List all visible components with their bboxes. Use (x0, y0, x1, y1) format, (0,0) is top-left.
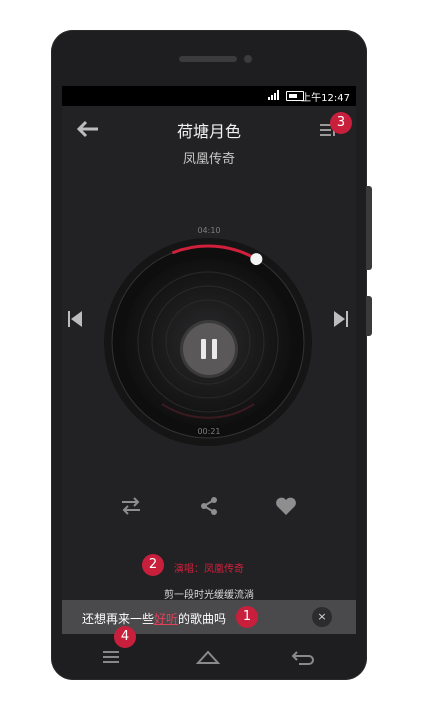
menu-icon[interactable] (101, 648, 125, 666)
toast-text-after: 的歌曲吗 (178, 612, 227, 626)
song-title: 荷塘月色 (176, 122, 241, 141)
annotation-badge-2: 2 (142, 554, 164, 576)
skip-prev-icon[interactable] (68, 311, 82, 327)
signal-icon (268, 90, 279, 100)
progress-knob[interactable] (250, 253, 263, 266)
annotation-badge-3: 3 (330, 112, 352, 134)
front-camera (244, 55, 252, 63)
pause-icon (201, 339, 217, 359)
home-icon[interactable] (196, 648, 220, 666)
annotation-badge-4: 4 (114, 626, 136, 648)
singer-label: 演唱：凤凰传奇 (174, 564, 244, 575)
recommendation-toast[interactable]: 还想再来一些好听的歌曲吗 1 × (62, 600, 356, 634)
lyric-line: 剪一段时光缓缓流淌 (164, 590, 254, 601)
toast-message: 还想再来一些好听的歌曲吗 (82, 610, 226, 627)
toast-text-before: 还想再来一些 (82, 612, 155, 626)
status-bar: 上午12:47 (62, 86, 356, 106)
volume-button[interactable] (366, 186, 372, 270)
share-icon[interactable] (199, 496, 219, 516)
shuffle-icon[interactable] (120, 496, 142, 516)
android-nav-bar: 4 (51, 626, 367, 680)
toast-close-button[interactable]: × (312, 607, 332, 627)
skip-next-icon[interactable] (334, 311, 348, 327)
current-time: 00:21 (197, 427, 221, 436)
heart-icon[interactable] (275, 496, 297, 516)
pause-button[interactable] (183, 323, 235, 375)
song-artist: 凤凰传奇 (182, 152, 235, 167)
total-time: 04:10 (197, 226, 221, 235)
phone-body: 上午12:47 荷塘月色 凤凰传奇 3 04:10 00:21 2 演唱：凤凰传… (51, 30, 372, 680)
status-time: 上午12:47 (301, 93, 350, 104)
annotation-badge-1: 1 (236, 606, 258, 628)
return-icon[interactable] (291, 648, 315, 666)
toast-highlight-link[interactable]: 好听 (154, 612, 178, 626)
power-button[interactable] (366, 296, 372, 336)
speaker-grille (179, 56, 237, 62)
screen: 上午12:47 荷塘月色 凤凰传奇 3 04:10 00:21 2 演唱：凤凰传… (62, 86, 356, 608)
